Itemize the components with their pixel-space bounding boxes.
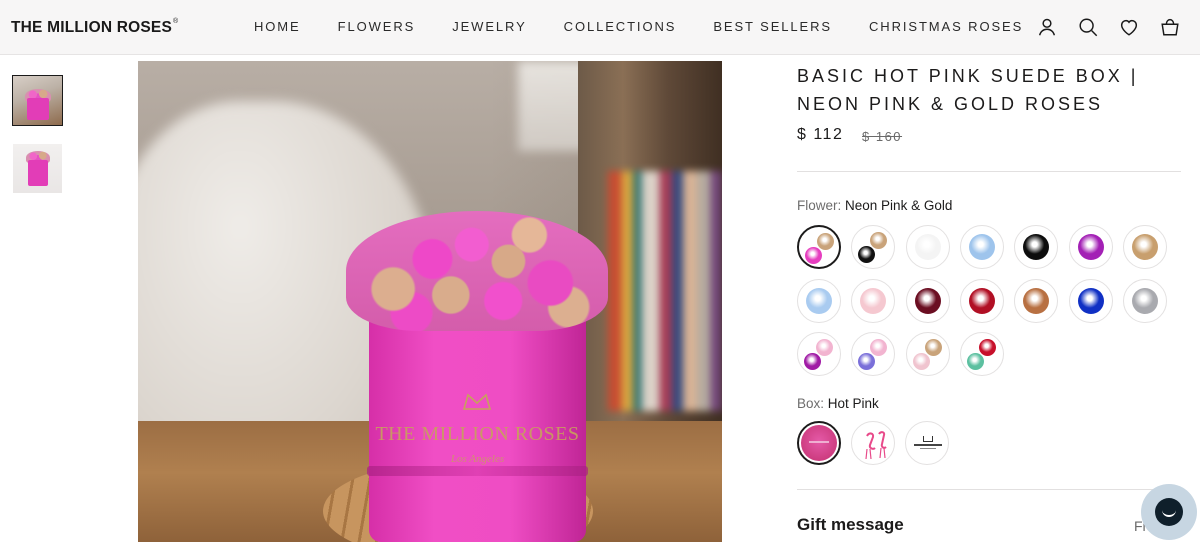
flower-swatch-11[interactable] [960,279,1004,323]
flower-swatch-12[interactable] [1014,279,1058,323]
flower-swatch-7[interactable] [1123,225,1167,269]
nav-flowers[interactable]: FLOWERS [338,19,416,34]
box-option-label: Box: Hot Pink [797,396,879,411]
box-swatch-flamingo[interactable] [851,421,895,465]
brand-crown-icon [462,393,492,410]
compare-at-price: $ 160 [862,129,903,144]
nav-best-sellers[interactable]: BEST SELLERS [713,19,832,34]
flower-swatch-18[interactable] [960,332,1004,376]
flower-swatch-4[interactable] [960,225,1004,269]
search-icon[interactable] [1076,15,1100,39]
nav-collections[interactable]: COLLECTIONS [564,19,677,34]
flower-option-value: Neon Pink & Gold [845,198,953,213]
flower-swatch-8[interactable] [797,279,841,323]
flower-swatch-1[interactable] [797,225,841,269]
box-swatch-white-logo[interactable] [905,421,949,465]
flower-swatch-17[interactable] [906,332,950,376]
divider [797,171,1181,172]
box-swatch-hot-pink[interactable] [797,421,841,465]
flower-swatch-2[interactable] [851,225,895,269]
flower-option-label: Flower: Neon Pink & Gold [797,198,953,213]
site-header: THE MILLION ROSES® HOME FLOWERS JEWELRY … [0,0,1200,55]
flower-swatch-16[interactable] [851,332,895,376]
flower-swatch-15[interactable] [797,332,841,376]
cart-icon[interactable] [1158,15,1182,39]
product-main-image[interactable]: THE MILLION ROSES Los Angeles [138,61,722,542]
gallery-thumbnail-2[interactable] [13,144,62,193]
chat-button[interactable] [1141,484,1197,540]
header-actions [1035,15,1182,39]
nav-jewelry[interactable]: JEWELRY [452,19,526,34]
nav-home[interactable]: HOME [254,19,301,34]
flower-swatch-9[interactable] [851,279,895,323]
heart-icon[interactable] [1117,15,1141,39]
product-title: BASIC HOT PINK SUEDE BOX | NEON PINK & G… [797,66,1139,114]
product-price: $ 112 [797,126,844,143]
flower-swatch-5[interactable] [1014,225,1058,269]
nav-christmas-roses[interactable]: CHRISTMAS ROSES [869,19,1023,34]
flower-swatch-14[interactable] [1123,279,1167,323]
main-nav: HOME FLOWERS JEWELRY COLLECTIONS BEST SE… [254,19,1060,34]
account-icon[interactable] [1035,15,1059,39]
divider [797,489,1181,490]
photo-brand-sub: Los Angeles [450,453,505,465]
site-logo[interactable]: THE MILLION ROSES® [11,18,178,37]
photo-brand-text: THE MILLION ROSES [375,423,580,445]
flower-swatch-6[interactable] [1069,225,1113,269]
chat-icon [1155,498,1183,526]
gift-message-heading[interactable]: Gift message [797,515,904,535]
box-option-value: Hot Pink [827,396,879,411]
flower-swatch-13[interactable] [1069,279,1113,323]
gallery-thumbnail-1[interactable] [12,75,63,126]
flower-swatch-3[interactable] [906,225,950,269]
flower-swatch-10[interactable] [906,279,950,323]
